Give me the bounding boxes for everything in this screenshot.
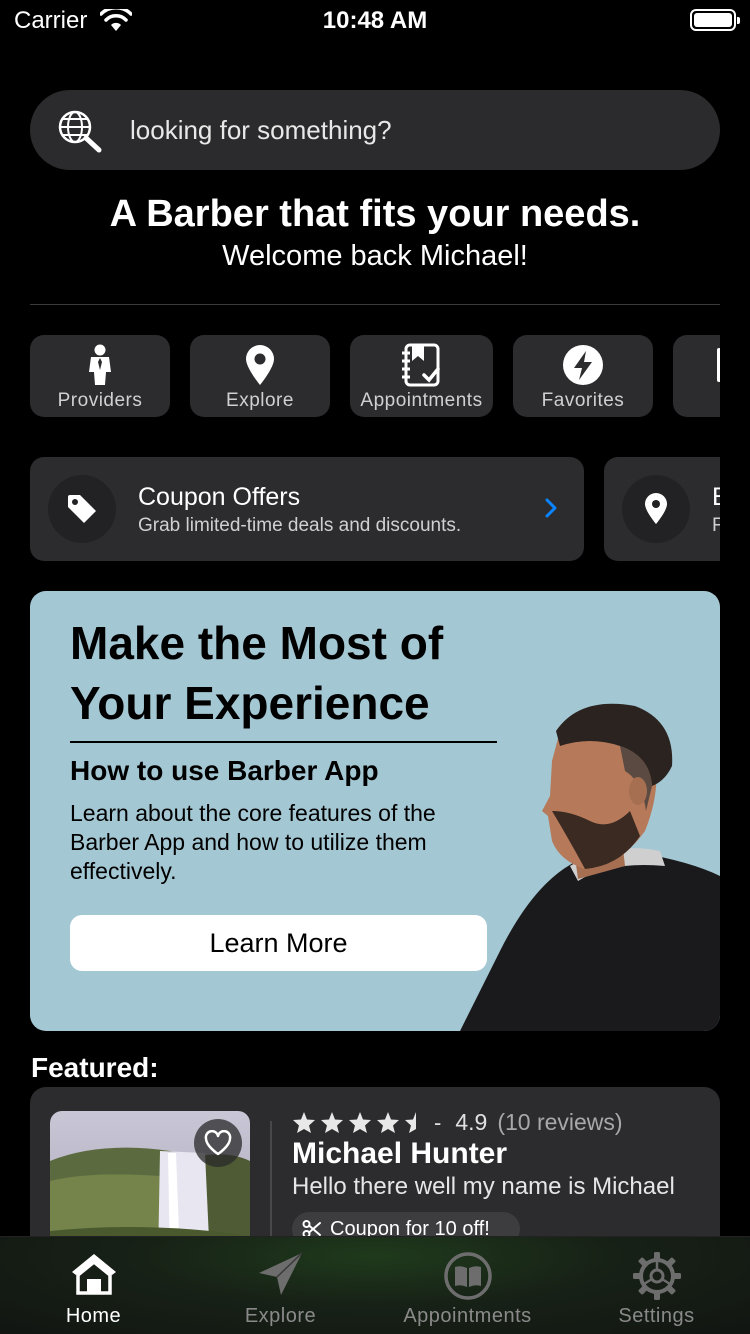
calendar-book-icon <box>401 343 440 387</box>
rating-value: 4.9 <box>455 1109 488 1135</box>
star-icon <box>321 1112 343 1133</box>
book-icon <box>443 1252 492 1300</box>
paper-plane-icon <box>258 1252 303 1295</box>
half-star-icon <box>405 1112 416 1133</box>
location-icon <box>645 493 667 524</box>
favorite-button[interactable] <box>194 1119 242 1167</box>
star-icon <box>293 1112 315 1133</box>
tab-home[interactable]: Home <box>0 1237 187 1334</box>
star-icon <box>349 1112 371 1133</box>
welcome-message: Welcome back Michael! <box>222 240 528 272</box>
banner-description: Learn about the core features of the Bar… <box>70 800 436 884</box>
rating-row: - 4.9 (10 reviews) <box>292 1109 623 1136</box>
barber-name: Michael Hunter <box>292 1137 508 1170</box>
quick-actions-row: Providers Explore Appointments Favorites <box>30 335 720 417</box>
battery-icon <box>690 9 740 31</box>
search-bar[interactable] <box>30 90 720 170</box>
tab-label: Settings <box>618 1305 695 1327</box>
quick-action-label: Appointments <box>360 390 483 411</box>
quick-action-label: Co <box>673 390 720 412</box>
tab-explore[interactable]: Explore <box>187 1237 374 1334</box>
card-divider <box>270 1121 272 1251</box>
quick-action-appointments[interactable]: Appointments <box>350 335 493 417</box>
chevron-right-icon <box>545 498 557 518</box>
tab-settings[interactable]: Settings <box>563 1237 750 1334</box>
banner-subtitle: How to use Barber App <box>70 755 379 786</box>
lightning-icon <box>563 345 603 385</box>
quick-action-partial[interactable]: Co <box>673 335 720 417</box>
page-headline: A Barber that fits your needs. <box>109 193 641 235</box>
tab-bar: Home Explore Appointments Settings <box>0 1236 750 1334</box>
map-pin-icon <box>246 345 274 385</box>
star-icon <box>377 1112 399 1133</box>
quick-action-label: Explore <box>226 390 294 411</box>
tab-appointments[interactable]: Appointments <box>374 1237 561 1334</box>
partial-icon <box>717 348 720 382</box>
promo-card-partial[interactable]: E F <box>604 457 720 561</box>
barber-portrait-image <box>460 703 720 1031</box>
heart-icon <box>204 1130 232 1156</box>
coupon-offers-card[interactable]: Coupon Offers Grab limited-time deals an… <box>30 457 584 561</box>
promo-subtitle: F <box>712 515 720 536</box>
quick-action-explore[interactable]: Explore <box>190 335 330 417</box>
gear-icon <box>632 1252 681 1300</box>
promo-row: Coupon Offers Grab limited-time deals an… <box>30 457 720 561</box>
tag-icon-circle <box>48 475 116 543</box>
tab-label: Appointments <box>403 1305 532 1327</box>
hero-banner: Make the Most of Your Experience How to … <box>30 591 720 1031</box>
featured-heading: Featured: <box>31 1052 159 1083</box>
location-icon-circle <box>622 475 690 543</box>
divider <box>30 304 720 305</box>
learn-more-button[interactable]: Learn More <box>70 915 487 971</box>
quick-action-providers[interactable]: Providers <box>30 335 170 417</box>
home-icon <box>71 1254 116 1295</box>
quick-action-favorites[interactable]: Favorites <box>513 335 653 417</box>
status-bar: Carrier 10:48 AM <box>0 0 750 40</box>
person-icon <box>89 344 111 385</box>
review-count: (10 reviews) <box>497 1109 623 1135</box>
clock: 10:48 AM <box>322 7 428 34</box>
tab-label: Home <box>65 1305 122 1327</box>
tab-label: Explore <box>244 1305 317 1327</box>
promo-title: Coupon Offers <box>138 483 301 511</box>
banner-divider <box>70 741 497 743</box>
barber-description: Hello there well my name is Michael <box>292 1173 675 1200</box>
quick-action-label: Favorites <box>541 390 625 411</box>
search-input[interactable] <box>130 90 690 170</box>
quick-action-label: Providers <box>57 390 143 411</box>
banner-title: Make the Most of Your Experience <box>70 617 444 729</box>
promo-title: E <box>712 483 720 512</box>
tag-icon <box>68 495 96 523</box>
rating-dash: - <box>434 1109 442 1135</box>
promo-subtitle: Grab limited-time deals and discounts. <box>138 515 462 536</box>
globe-search-icon <box>58 110 102 153</box>
